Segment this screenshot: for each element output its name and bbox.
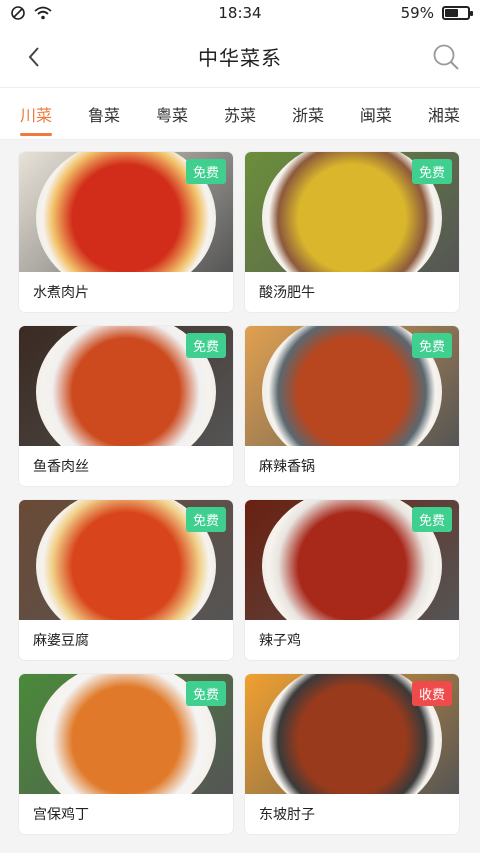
dish-card[interactable]: 免费鱼香肉丝 (19, 326, 233, 486)
dish-name: 辣子鸡 (259, 633, 301, 649)
dish-name: 宫保鸡丁 (33, 807, 89, 823)
dish-name: 麻辣香锅 (259, 459, 315, 475)
dish-name: 酸汤肥牛 (259, 285, 315, 301)
tab-4[interactable]: 浙菜 (284, 90, 332, 138)
free-badge: 免费 (411, 507, 452, 532)
free-badge: 免费 (185, 333, 226, 358)
free-badge: 免费 (185, 159, 226, 184)
no-sim-icon (11, 6, 25, 20)
dish-image: 免费 (19, 326, 233, 446)
battery-icon (441, 6, 473, 20)
dish-image: 免费 (245, 152, 459, 272)
dish-name: 东坡肘子 (259, 807, 315, 823)
free-badge: 免费 (185, 507, 226, 532)
tab-5[interactable]: 闽菜 (352, 90, 400, 138)
dish-card[interactable]: 免费麻婆豆腐 (19, 500, 233, 660)
dish-name: 鱼香肉丝 (33, 459, 89, 475)
dish-image: 免费 (245, 500, 459, 620)
dish-image: 免费 (245, 326, 459, 446)
page-title: 中华菜系 (198, 46, 282, 70)
search-icon (433, 44, 459, 70)
tab-3[interactable]: 苏菜 (216, 90, 264, 138)
free-badge: 免费 (185, 681, 226, 706)
dish-card[interactable]: 免费酸汤肥牛 (245, 152, 459, 312)
free-badge: 免费 (411, 159, 452, 184)
dish-image: 免费 (19, 674, 233, 794)
back-arrow-icon (28, 46, 39, 67)
status-bar: 18:34 59% (0, 0, 480, 26)
dish-card[interactable]: 免费麻辣香锅 (245, 326, 459, 486)
cuisine-tabs: 川菜 鲁菜 粤菜 苏菜 浙菜 闽菜 湘菜 (0, 88, 480, 140)
paid-badge: 收费 (411, 681, 452, 706)
dish-image: 免费 (19, 152, 233, 272)
battery-percent: 59% (400, 4, 434, 22)
tab-2[interactable]: 粤菜 (148, 90, 196, 138)
free-badge: 免费 (411, 333, 452, 358)
dish-image: 收费 (245, 674, 459, 794)
dish-grid: 免费 水煮肉片 免费 酸汤肥牛 免费 鱼香肉丝 免费 麻辣香锅 免费 麻婆豆腐 免费 辣子鸡 免费 宫保鸡… (0, 140, 480, 846)
tab-1[interactable]: 鲁菜 (80, 90, 128, 138)
dish-name: 麻婆豆腐 (33, 633, 89, 649)
dish-card[interactable]: 免费水煮肉片 (19, 152, 233, 312)
back-button[interactable] (18, 41, 50, 73)
dish-card[interactable]: 收费东坡肘子 (245, 674, 459, 834)
tab-0[interactable]: 川菜 (12, 90, 60, 138)
dish-card[interactable]: 免费宫保鸡丁 (19, 674, 233, 834)
wifi-icon (34, 6, 52, 20)
dish-image: 免费 (19, 500, 233, 620)
tab-6[interactable]: 湘菜 (420, 90, 468, 138)
top-bar: 中华菜系 (0, 26, 480, 88)
search-button[interactable] (430, 41, 462, 73)
dish-card[interactable]: 免费辣子鸡 (245, 500, 459, 660)
dish-name: 水煮肉片 (33, 285, 89, 301)
status-time: 18:34 (218, 4, 262, 22)
